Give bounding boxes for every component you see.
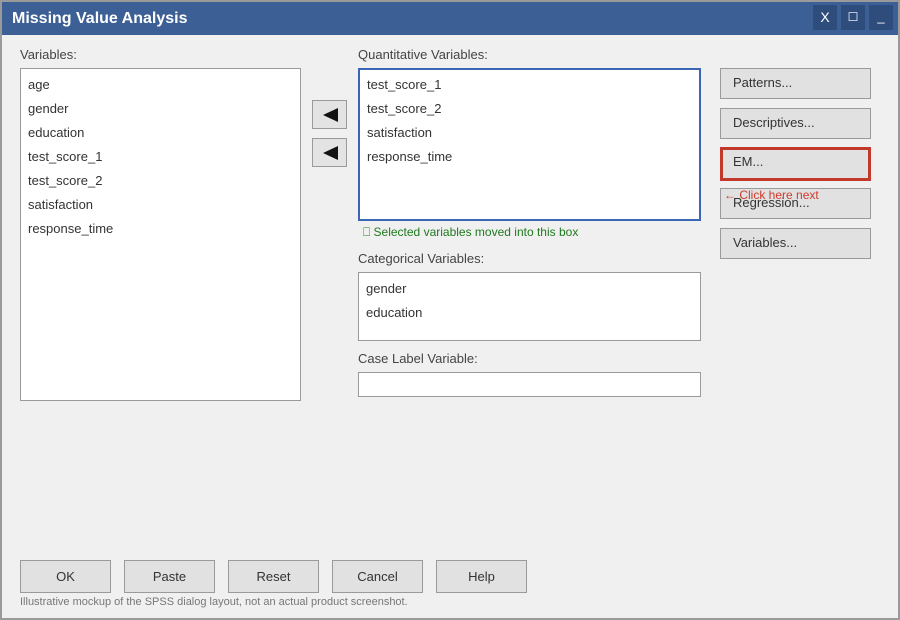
- variables-listbox[interactable]: age gender education test_score_1 test_s…: [20, 68, 301, 401]
- descriptives-button[interactable]: Descriptives...: [720, 108, 871, 139]
- quantitative-item-test-score-1[interactable]: test_score_1: [367, 77, 441, 92]
- variable-item-age[interactable]: age: [28, 77, 50, 92]
- variable-item-test-score-1[interactable]: test_score_1: [28, 149, 102, 164]
- window-title: Missing Value Analysis: [12, 10, 188, 27]
- quantitative-item-test-score-2[interactable]: test_score_2: [367, 101, 441, 116]
- variable-item-education[interactable]: education: [28, 125, 84, 140]
- help-button[interactable]: Help: [436, 560, 527, 593]
- ok-button[interactable]: OK: [20, 560, 111, 593]
- paste-button[interactable]: Paste: [124, 560, 215, 593]
- patterns-button[interactable]: Patterns...: [720, 68, 871, 99]
- title-bar[interactable]: Missing Value Analysis X ☐ _: [2, 2, 898, 35]
- left-arrow-icon: [323, 108, 338, 122]
- quantitative-label: Quantitative Variables:: [358, 47, 488, 62]
- categorical-label: Categorical Variables:: [358, 251, 485, 266]
- move-categorical-button[interactable]: [312, 138, 347, 167]
- dialog-window: Missing Value Analysis X ☐ _ Variables: …: [0, 0, 900, 620]
- left-arrow-icon: [323, 146, 338, 160]
- case-label-label: Case Label Variable:: [358, 351, 478, 366]
- variable-item-satisfaction[interactable]: satisfaction: [28, 197, 93, 212]
- reset-button[interactable]: Reset: [228, 560, 319, 593]
- maximize-button[interactable]: ☐: [841, 5, 865, 30]
- categorical-listbox[interactable]: gender education: [358, 272, 701, 341]
- categorical-item-gender[interactable]: gender: [366, 281, 406, 296]
- variables-button[interactable]: Variables...: [720, 228, 871, 259]
- move-quantitative-button[interactable]: [312, 100, 347, 129]
- categorical-item-education[interactable]: education: [366, 305, 422, 320]
- variable-item-gender[interactable]: gender: [28, 101, 68, 116]
- case-label-field[interactable]: [358, 372, 701, 397]
- quantitative-item-satisfaction[interactable]: satisfaction: [367, 125, 432, 140]
- quantitative-listbox[interactable]: test_score_1 test_score_2 satisfaction r…: [358, 68, 701, 221]
- em-button[interactable]: EM...: [720, 147, 871, 181]
- variable-item-test-score-2[interactable]: test_score_2: [28, 173, 102, 188]
- cancel-button[interactable]: Cancel: [332, 560, 423, 593]
- quantitative-item-response-time[interactable]: response_time: [367, 149, 452, 164]
- variables-label: Variables:: [20, 47, 77, 62]
- footnote: Illustrative mockup of the SPSS dialog l…: [20, 596, 408, 608]
- click-next-annotation: ← Click here next: [724, 188, 819, 202]
- close-button[interactable]: X: [813, 5, 837, 30]
- variable-item-response-time[interactable]: response_time: [28, 221, 113, 236]
- minimize-button[interactable]: _: [869, 5, 893, 30]
- quantitative-hint: ⎕ Selected variables moved into this box: [363, 225, 579, 239]
